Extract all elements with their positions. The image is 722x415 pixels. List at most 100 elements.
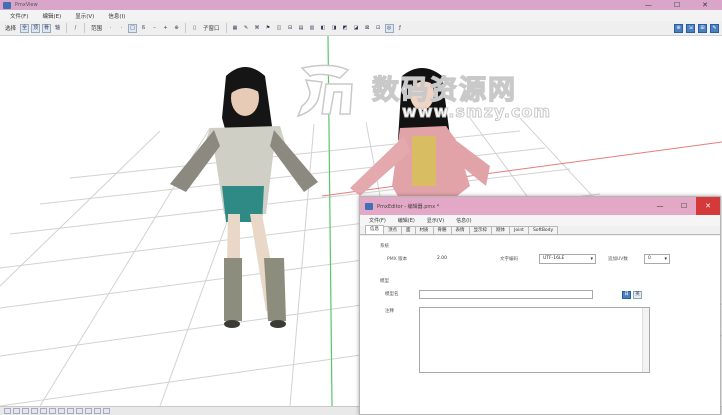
tool-icon[interactable]: ⊟ bbox=[286, 24, 295, 33]
status-button[interactable] bbox=[13, 408, 20, 414]
model-section-label: 模型 bbox=[380, 279, 389, 284]
plus-icon[interactable]: + bbox=[161, 24, 170, 33]
tool-icon[interactable]: ⊠ bbox=[363, 24, 372, 33]
tool-icon[interactable]: ◩ bbox=[341, 24, 350, 33]
watermark: 数码资源网 www.smzy.com bbox=[292, 62, 551, 122]
pmx-version-value: 2.00 bbox=[437, 256, 448, 261]
dialog-maximize-button[interactable]: ☐ bbox=[672, 197, 696, 215]
menu-view[interactable]: 显示(V) bbox=[75, 12, 94, 20]
status-button[interactable] bbox=[67, 408, 74, 414]
select-vertex-button[interactable]: 顶 bbox=[31, 23, 41, 33]
pmx-editor-dialog: PmxEditor - 编辑器.pmx * — ☐ ✕ 文件(F) 编辑(E) … bbox=[359, 196, 721, 415]
comment-scrollbar[interactable] bbox=[642, 308, 649, 372]
pen-icon[interactable]: / bbox=[71, 24, 80, 33]
tab-face[interactable]: 面 bbox=[401, 226, 416, 234]
close-button[interactable]: ✕ bbox=[702, 1, 708, 9]
comment-textarea[interactable] bbox=[419, 307, 650, 373]
maximize-button[interactable]: ☐ bbox=[674, 1, 680, 9]
dot-icon[interactable]: · bbox=[106, 24, 115, 33]
dialog-minimize-button[interactable]: — bbox=[648, 197, 672, 215]
menu-edit[interactable]: 编辑(E) bbox=[42, 12, 61, 20]
tool-icon[interactable]: ◫ bbox=[275, 24, 284, 33]
watermark-url: www.smzy.com bbox=[401, 102, 552, 122]
tool-icon[interactable]: ⌘ bbox=[253, 24, 262, 33]
tab-vertex[interactable]: 顶点 bbox=[383, 226, 402, 234]
system-section-label: 系统 bbox=[380, 244, 389, 249]
target-icon[interactable]: ⊕ bbox=[172, 24, 181, 33]
info-panel: 系统 PMX 版本 2.00 文字编码 UTF-16LE ▾ 追加UV数 0 ▾… bbox=[360, 236, 720, 414]
additional-uv-select[interactable]: 0 ▾ bbox=[644, 254, 670, 264]
encoding-select[interactable]: UTF-16LE ▾ bbox=[539, 254, 596, 264]
tab-morph[interactable]: 表情 bbox=[450, 226, 470, 234]
status-button[interactable] bbox=[58, 408, 65, 414]
toolbar-divider bbox=[185, 23, 187, 33]
tab-material[interactable]: 材质 bbox=[414, 226, 434, 234]
grid-view-icon[interactable]: ⊞ bbox=[698, 24, 707, 33]
select-all-button[interactable]: 全 bbox=[20, 23, 30, 33]
minus-icon[interactable]: – bbox=[150, 24, 159, 33]
status-button[interactable] bbox=[40, 408, 47, 414]
main-toolbar: 选择 全 顶 骨 轴 / 范围 · · □ ß – + ⊕ ▯ 子窗口 ▦ ✎ … bbox=[0, 21, 722, 36]
bone-icon[interactable]: ß bbox=[139, 24, 148, 33]
main-titlebar: PmxView — ☐ ✕ bbox=[0, 0, 722, 10]
subwindow-label: 子窗口 bbox=[203, 26, 220, 32]
lang-jp-button[interactable]: 日 bbox=[622, 291, 631, 299]
toolbar-divider bbox=[84, 23, 86, 33]
dialog-menu-info[interactable]: 信息(I) bbox=[456, 217, 471, 224]
status-button[interactable] bbox=[49, 408, 56, 414]
status-button[interactable] bbox=[76, 408, 83, 414]
select-axis-button[interactable]: 轴 bbox=[53, 24, 62, 33]
dialog-tabs: 信息 顶点 面 材质 骨骼 表情 显示枠 刚体 Joint SoftBody bbox=[360, 225, 720, 235]
tool-icon[interactable]: ⊡ bbox=[374, 24, 383, 33]
status-button[interactable] bbox=[85, 408, 92, 414]
tab-display-frame[interactable]: 显示枠 bbox=[468, 226, 492, 234]
wrench-icon[interactable]: ✎ bbox=[242, 24, 251, 33]
range-label: 范围 bbox=[91, 26, 103, 32]
app-icon bbox=[3, 1, 11, 9]
subwindow-icon[interactable]: ▯ bbox=[190, 24, 199, 33]
tool-icon[interactable]: ◨ bbox=[330, 24, 339, 33]
minimize-button[interactable]: — bbox=[645, 1, 652, 9]
dialog-title: PmxEditor - 编辑器.pmx * bbox=[377, 203, 440, 210]
dot-icon[interactable]: · bbox=[117, 24, 126, 33]
dialog-menu-edit[interactable]: 编辑(E) bbox=[398, 217, 415, 224]
comment-label: 注释 bbox=[385, 309, 394, 314]
model-name-input[interactable] bbox=[419, 290, 593, 299]
window-title: PmxView bbox=[15, 2, 38, 8]
chevron-down-icon: ▾ bbox=[664, 256, 667, 262]
edit-icon[interactable]: ✎ bbox=[710, 24, 719, 33]
flag-icon[interactable]: ⚑ bbox=[264, 24, 273, 33]
tab-joint[interactable]: Joint bbox=[509, 226, 529, 234]
tab-bone[interactable]: 骨骼 bbox=[432, 226, 452, 234]
fx-icon[interactable]: ƒ bbox=[396, 24, 405, 33]
chevron-down-icon: ▾ bbox=[590, 256, 593, 262]
menu-info[interactable]: 信息(I) bbox=[108, 12, 125, 20]
grid-icon[interactable]: ▦ bbox=[231, 24, 240, 33]
tool-icon[interactable]: ▤ bbox=[297, 24, 306, 33]
tool-icon[interactable]: ◪ bbox=[352, 24, 361, 33]
status-button[interactable] bbox=[22, 408, 29, 414]
status-button[interactable] bbox=[94, 408, 101, 414]
menu-file[interactable]: 文件(F) bbox=[10, 12, 28, 20]
camera-icon[interactable]: ⊕ bbox=[674, 24, 683, 33]
select-bone-button[interactable]: 骨 bbox=[42, 23, 52, 33]
tab-softbody[interactable]: SoftBody bbox=[527, 226, 559, 234]
globe-icon[interactable]: ◎ bbox=[384, 23, 394, 33]
lang-en-button[interactable]: 英 bbox=[633, 291, 642, 299]
tool-icon[interactable]: ◧ bbox=[319, 24, 328, 33]
status-button[interactable] bbox=[103, 408, 110, 414]
additional-uv-value: 0 bbox=[648, 256, 651, 261]
tool-icon[interactable]: ▥ bbox=[308, 24, 317, 33]
tab-info[interactable]: 信息 bbox=[365, 225, 384, 234]
dialog-menu-view[interactable]: 显示(V) bbox=[427, 217, 444, 224]
dialog-app-icon bbox=[365, 202, 373, 210]
dialog-menu-file[interactable]: 文件(F) bbox=[369, 217, 386, 224]
status-button[interactable] bbox=[4, 408, 11, 414]
dialog-menubar: 文件(F) 编辑(E) 显示(V) 信息(I) bbox=[360, 215, 720, 226]
range-mode-button[interactable]: □ bbox=[128, 23, 138, 33]
tab-rigid-body[interactable]: 刚体 bbox=[491, 226, 510, 234]
resize-icon[interactable]: ⇲ bbox=[686, 24, 695, 33]
status-button[interactable] bbox=[31, 408, 38, 414]
watermark-logo-icon bbox=[296, 64, 353, 118]
dialog-close-button[interactable]: ✕ bbox=[696, 197, 720, 215]
